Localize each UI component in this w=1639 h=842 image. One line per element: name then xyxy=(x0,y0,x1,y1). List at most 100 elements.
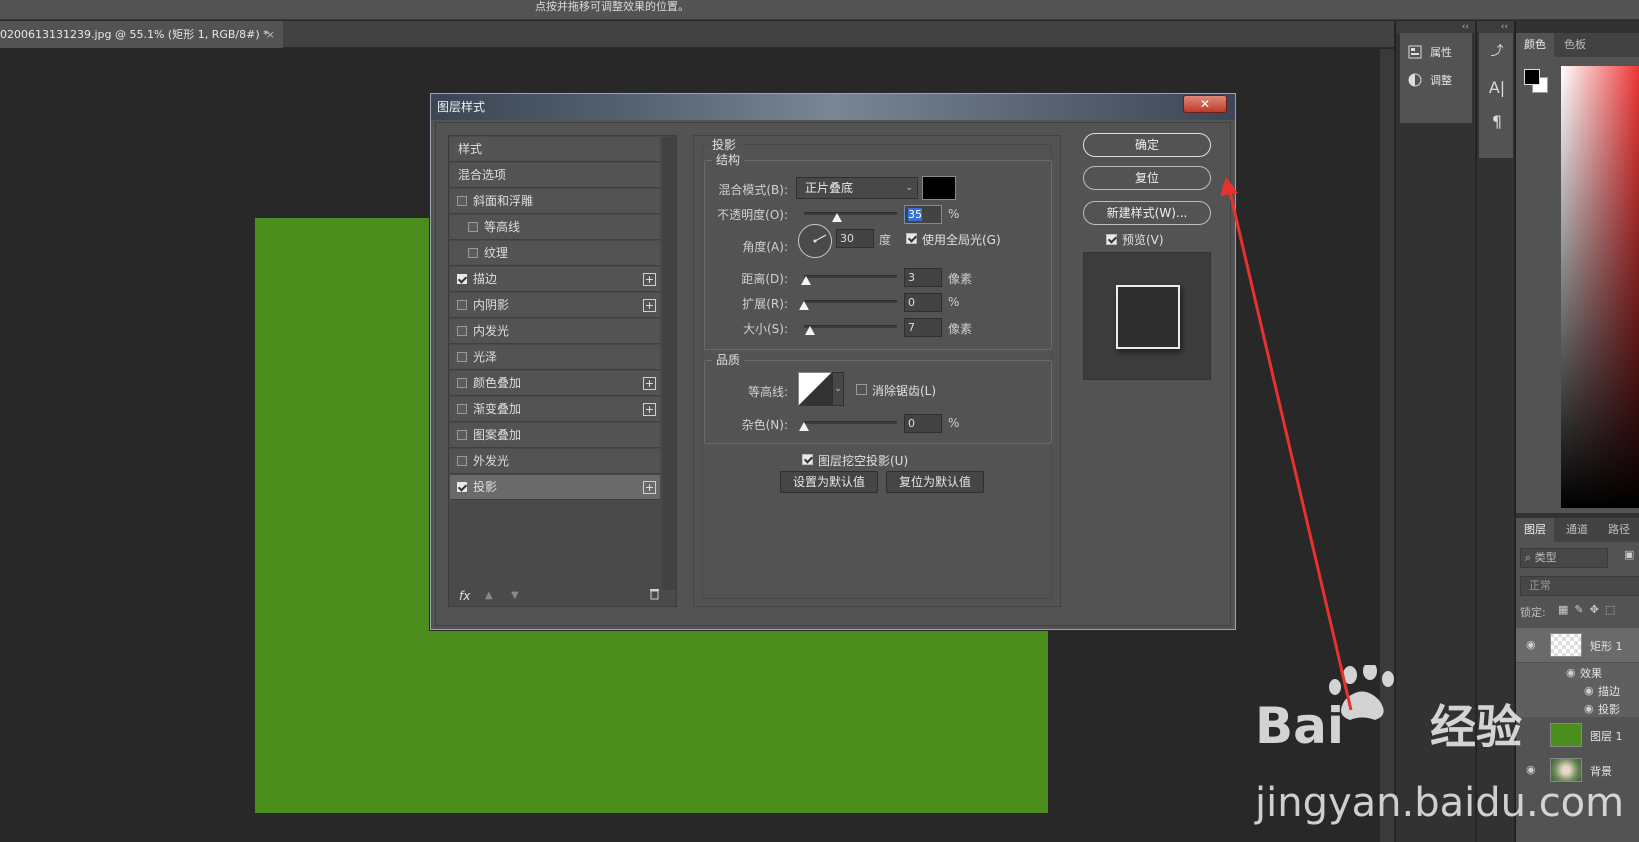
reset-button[interactable]: 复位 xyxy=(1083,166,1211,190)
style-item[interactable]: 等高线 xyxy=(450,215,660,240)
move-down-icon[interactable]: ▼ xyxy=(511,590,519,601)
style-item[interactable]: 纹理 xyxy=(450,241,660,266)
lock-icons[interactable]: ▦✎✥⬚ xyxy=(1558,603,1621,616)
style-item[interactable]: 投影 + xyxy=(450,475,660,500)
style-item[interactable]: 样式 xyxy=(450,137,660,162)
noise-slider-handle[interactable] xyxy=(799,422,809,431)
close-icon[interactable]: ✕ xyxy=(1183,95,1227,113)
antialias-label: 消除锯齿(L) xyxy=(872,384,937,398)
preview-checkbox[interactable] xyxy=(1106,234,1117,245)
style-checkbox[interactable] xyxy=(457,274,467,284)
style-checkbox[interactable] xyxy=(457,404,467,414)
dialog-body: 样式 混合选项 斜面和浮雕 等高线 纹理 描边 + 内阴影 + 内发光 光泽 颜色叠加 + 渐变叠加 + 图案… xyxy=(435,122,1231,626)
noise-slider[interactable] xyxy=(804,421,897,424)
style-checkbox[interactable] xyxy=(468,248,478,258)
dialog-title-bar[interactable]: 图层样式 ✕ xyxy=(431,94,1235,120)
spread-slider[interactable] xyxy=(804,300,897,303)
style-checkbox[interactable] xyxy=(457,352,467,362)
size-slider-handle[interactable] xyxy=(805,326,815,335)
style-label: 内阴影 xyxy=(473,298,510,312)
style-item[interactable]: 内发光 xyxy=(450,319,660,344)
new-style-button[interactable]: 新建样式(W)... xyxy=(1083,201,1211,225)
eye-icon[interactable]: ◉ xyxy=(1566,666,1576,679)
document-tab[interactable]: 0200613131239.jpg @ 55.1% (矩形 1, RGB/8#)… xyxy=(0,21,283,48)
spread-slider-handle[interactable] xyxy=(799,301,809,310)
style-item[interactable]: 斜面和浮雕 xyxy=(450,189,660,214)
noise-label: 杂色(N): xyxy=(741,418,788,432)
style-item[interactable]: 描边 + xyxy=(450,267,660,292)
fx-icon[interactable]: fx xyxy=(459,589,470,603)
svg-text:经验: 经验 xyxy=(1430,700,1522,754)
size-input[interactable]: 7 xyxy=(904,318,942,337)
global-light-checkbox[interactable] xyxy=(906,233,917,244)
style-list-scrollbar[interactable] xyxy=(662,137,676,590)
collapse-dock-icon-2[interactable]: ‹‹ xyxy=(1477,21,1514,33)
tab-channels[interactable]: 通道 xyxy=(1558,518,1596,542)
layer-blend-mode-select[interactable]: 正常 xyxy=(1520,576,1639,596)
style-checkbox[interactable] xyxy=(457,378,467,388)
opacity-slider[interactable] xyxy=(804,212,897,215)
set-default-button[interactable]: 设置为默认值 xyxy=(780,471,878,493)
adjustments-panel-button[interactable]: 调整 xyxy=(1408,69,1468,91)
history-icon[interactable]: ⤴ xyxy=(1488,43,1506,61)
style-checkbox[interactable] xyxy=(468,222,478,232)
add-style-icon[interactable]: + xyxy=(643,299,656,312)
style-checkbox[interactable] xyxy=(457,196,467,206)
add-style-icon[interactable]: + xyxy=(643,377,656,390)
eye-icon[interactable]: ◉ xyxy=(1584,702,1594,715)
distance-input[interactable]: 3 xyxy=(904,268,942,287)
angle-input[interactable]: 30 xyxy=(836,229,874,248)
style-checkbox[interactable] xyxy=(457,482,467,492)
blend-mode-select[interactable]: 正片叠底 ⌄ xyxy=(796,177,918,199)
distance-slider[interactable] xyxy=(804,275,897,278)
style-item[interactable]: 颜色叠加 + xyxy=(450,371,660,396)
antialias-checkbox[interactable] xyxy=(856,384,867,395)
angle-dial[interactable] xyxy=(798,224,832,258)
style-item[interactable]: 光泽 xyxy=(450,345,660,370)
collapse-dock-icon[interactable]: ‹‹ xyxy=(1396,21,1475,33)
layer-row-rectangle[interactable]: ◉ 矩形 1 xyxy=(1516,628,1639,662)
layer-filter-select[interactable]: ⌕ 类型 xyxy=(1520,548,1608,568)
spread-input[interactable]: 0 xyxy=(904,293,942,312)
style-item[interactable]: 图案叠加 xyxy=(450,423,660,448)
tab-color[interactable]: 颜色 xyxy=(1516,33,1554,57)
ok-button[interactable]: 确定 xyxy=(1083,133,1211,157)
image-filter-icon[interactable]: ▣ xyxy=(1624,548,1634,561)
knockout-checkbox[interactable] xyxy=(802,454,813,465)
style-checkbox[interactable] xyxy=(457,456,467,466)
paragraph-icon[interactable]: ¶ xyxy=(1488,113,1506,131)
tab-swatches[interactable]: 色板 xyxy=(1556,33,1594,57)
properties-panel-button[interactable]: 属性 xyxy=(1408,41,1468,63)
style-checkbox[interactable] xyxy=(457,300,467,310)
noise-input[interactable]: 0 xyxy=(904,414,942,433)
close-tab-icon[interactable]: × xyxy=(266,21,275,48)
contour-preview[interactable] xyxy=(798,372,832,406)
opacity-slider-handle[interactable] xyxy=(831,213,842,222)
tab-layers[interactable]: 图层 xyxy=(1516,518,1554,542)
style-item[interactable]: 外发光 xyxy=(450,449,660,474)
character-icon[interactable]: A| xyxy=(1488,79,1506,97)
add-style-icon[interactable]: + xyxy=(643,481,656,494)
style-item[interactable]: 渐变叠加 + xyxy=(450,397,660,422)
style-item[interactable]: 混合选项 xyxy=(450,163,660,188)
add-style-icon[interactable]: + xyxy=(643,273,656,286)
style-item[interactable]: 内阴影 + xyxy=(450,293,660,318)
eye-icon[interactable]: ◉ xyxy=(1526,638,1536,651)
style-checkbox[interactable] xyxy=(457,326,467,336)
color-picker-field[interactable] xyxy=(1561,66,1639,508)
trash-icon[interactable] xyxy=(649,588,660,603)
style-checkbox[interactable] xyxy=(457,430,467,440)
tab-paths[interactable]: 路径 xyxy=(1600,518,1638,542)
contour-dropdown[interactable]: ⌄ xyxy=(832,372,844,406)
watermark-url: jingyan.baidu.com xyxy=(1255,780,1625,826)
reset-default-button[interactable]: 复位为默认值 xyxy=(886,471,984,493)
add-style-icon[interactable]: + xyxy=(643,403,656,416)
opacity-input[interactable]: 35 xyxy=(904,205,942,224)
foreground-color-swatch[interactable] xyxy=(1524,69,1540,85)
shadow-color-swatch[interactable] xyxy=(922,176,956,200)
distance-slider-handle[interactable] xyxy=(801,276,811,285)
move-up-icon[interactable]: ▲ xyxy=(485,590,493,601)
eye-icon[interactable]: ◉ xyxy=(1526,763,1536,776)
eye-icon[interactable]: ◉ xyxy=(1584,684,1594,697)
size-slider[interactable] xyxy=(804,325,897,328)
